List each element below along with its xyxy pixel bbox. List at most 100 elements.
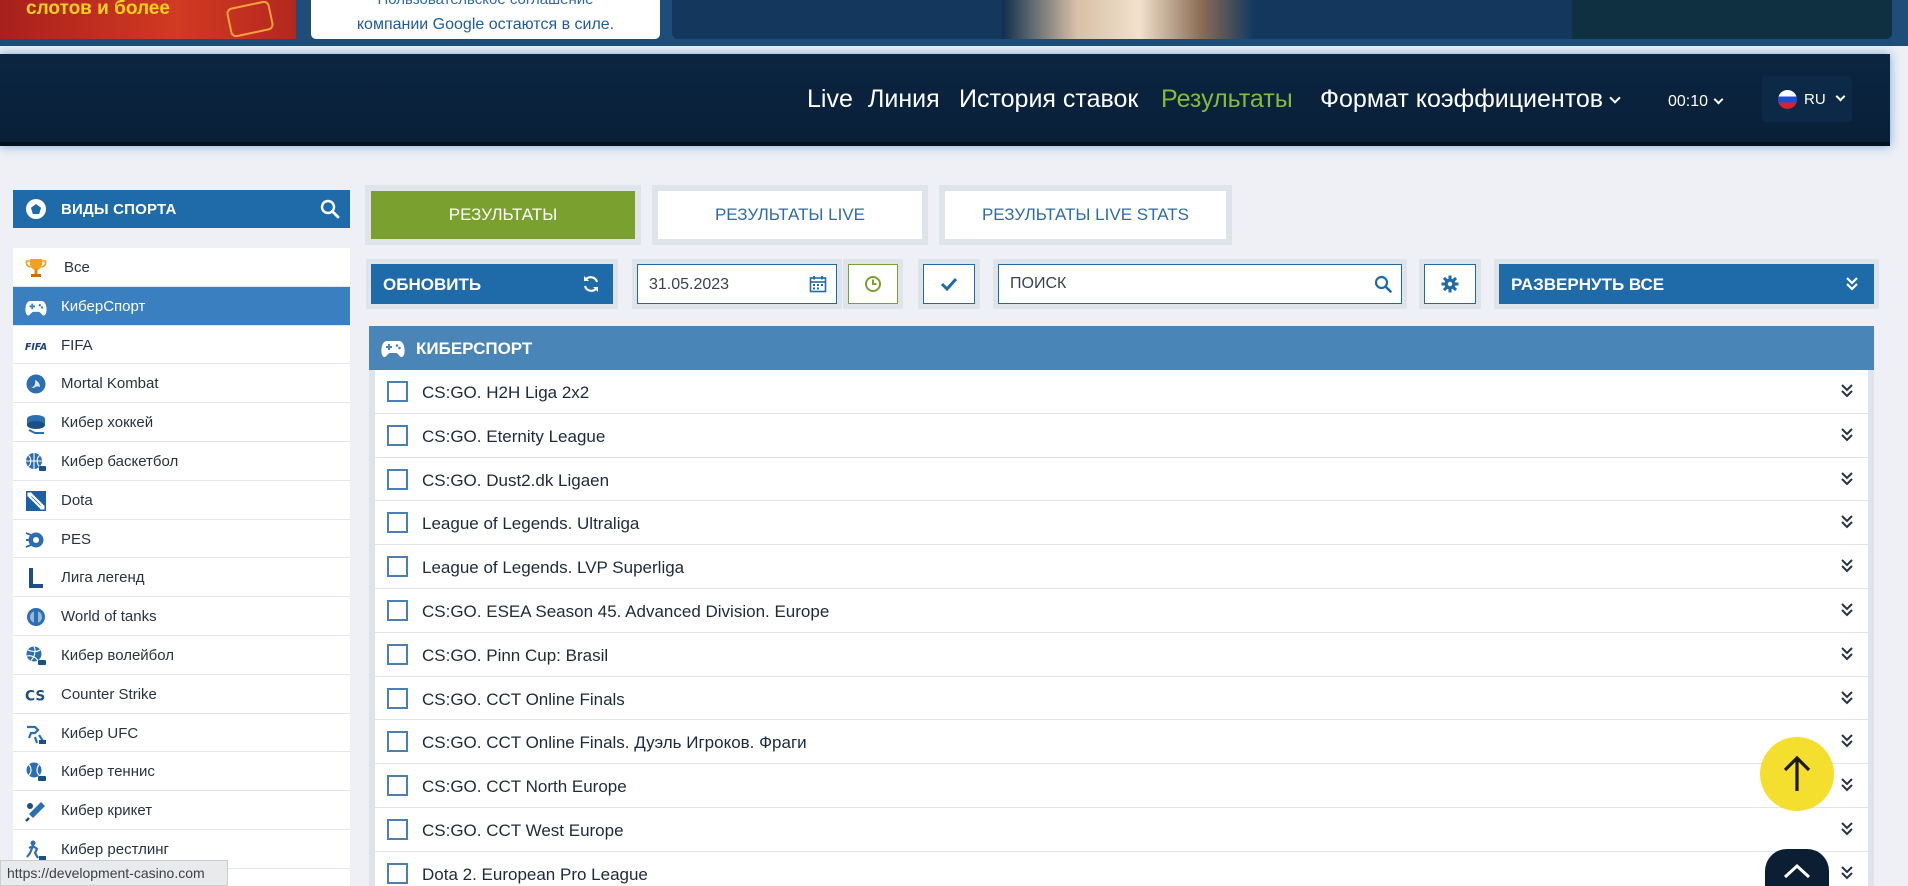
- league-checkbox[interactable]: [387, 643, 408, 665]
- time-dropdown[interactable]: 00:10: [1668, 93, 1724, 111]
- tab-results[interactable]: РЕЗУЛЬТАТЫ: [371, 191, 635, 239]
- double-chevron-down-icon[interactable]: [1840, 602, 1854, 618]
- league-row[interactable]: CS:GO. CCT Online Finals. Дуэль Игроков.…: [375, 720, 1868, 765]
- league-checkbox[interactable]: [387, 731, 408, 753]
- double-chevron-down-icon[interactable]: [1840, 646, 1854, 662]
- search-field[interactable]: [998, 264, 1402, 304]
- promo-banner[interactable]: слотов и более: [0, 0, 296, 39]
- scroll-to-top-button[interactable]: [1760, 737, 1834, 811]
- odds-format-dropdown[interactable]: Формат коэффициентов: [1320, 85, 1621, 114]
- league-checkbox[interactable]: [387, 599, 408, 621]
- language-label: RU: [1804, 91, 1826, 108]
- league-checkbox[interactable]: [387, 862, 408, 884]
- sidebar-item[interactable]: Кибер хоккей: [13, 403, 350, 442]
- nav-results[interactable]: Результаты: [1161, 85, 1293, 114]
- nav-line[interactable]: Линия: [868, 85, 940, 114]
- main-nav: Live Линия История ставок Результаты Фор…: [0, 54, 1890, 146]
- sidebar-item[interactable]: CS Counter Strike: [13, 675, 350, 714]
- double-chevron-down-icon[interactable]: [1840, 777, 1854, 793]
- calendar-icon[interactable]: [809, 275, 827, 293]
- league-row[interactable]: CS:GO. Dust2.dk Ligaen: [375, 457, 1868, 502]
- search-icon[interactable]: [320, 199, 340, 219]
- double-chevron-down-icon[interactable]: [1840, 733, 1854, 749]
- league-row[interactable]: CS:GO. ESEA Season 45. Advanced Division…: [375, 588, 1868, 633]
- league-checkbox[interactable]: [387, 381, 408, 402]
- sidebar-item[interactable]: World of tanks: [13, 597, 350, 636]
- sidebar-item[interactable]: Кибер UFC: [13, 714, 350, 753]
- league-checkbox[interactable]: [387, 818, 408, 840]
- date-field[interactable]: 31.05.2023: [637, 264, 837, 304]
- nav-live[interactable]: Live: [807, 85, 853, 114]
- sidebar-item-label: Кибер баскетбол: [61, 452, 179, 470]
- sidebar-item[interactable]: Лига легенд: [13, 558, 350, 598]
- league-row[interactable]: CS:GO. Eternity League: [375, 413, 1868, 458]
- league-row[interactable]: League of Legends. Ultraliga: [375, 501, 1868, 546]
- league-name: League of Legends. Ultraliga: [422, 514, 640, 534]
- settings-button[interactable]: [1424, 264, 1476, 304]
- sidebar-item[interactable]: Все: [13, 248, 350, 287]
- time-toggle-button[interactable]: [848, 264, 898, 304]
- league-row[interactable]: Dota 2. European Pro League: [375, 851, 1868, 886]
- esports-section-title: КИБЕРСПОРТ: [416, 339, 533, 358]
- league-row[interactable]: League of Legends. LVP Superliga: [375, 545, 1868, 589]
- chat-toggle-button[interactable]: [1765, 849, 1829, 886]
- league-row[interactable]: CS:GO. CCT North Europe: [375, 764, 1868, 808]
- nav-bet-history[interactable]: История ставок: [959, 85, 1138, 114]
- cs-icon: CS: [25, 684, 47, 706]
- sidebar-item[interactable]: Кибер теннис: [13, 752, 350, 792]
- odds-format-label: Формат коэффициентов: [1320, 85, 1604, 113]
- expand-all-label: РАЗВЕРНУТЬ ВСЕ: [1511, 275, 1665, 294]
- sidebar-item[interactable]: Кибер волейбол: [13, 636, 350, 675]
- league-checkbox[interactable]: [387, 468, 408, 490]
- double-chevron-down-icon[interactable]: [1840, 471, 1854, 487]
- chevron-down-icon: [1713, 94, 1724, 105]
- search-icon[interactable]: [1374, 275, 1392, 293]
- league-name: CS:GO. Eternity League: [422, 426, 606, 446]
- google-notice: Пользовательское соглашение компании Goo…: [311, 0, 660, 39]
- league-name: CS:GO. CCT West Europe: [422, 820, 624, 840]
- chevron-down-icon: [1835, 91, 1846, 102]
- sidebar-item[interactable]: FIFA FIFA: [13, 326, 350, 365]
- time-label: 00:10: [1668, 93, 1709, 110]
- league-checkbox[interactable]: [387, 556, 408, 578]
- league-name: CS:GO. CCT Online Finals: [422, 689, 625, 709]
- tab-results-live-stats[interactable]: РЕЗУЛЬТАТЫ LIVE STATS: [945, 191, 1226, 239]
- league-checkbox[interactable]: [387, 424, 408, 446]
- gamepad-icon: [25, 296, 47, 318]
- league-row[interactable]: CS:GO. CCT West Europe: [375, 807, 1868, 852]
- search-input[interactable]: [999, 265, 1401, 303]
- double-chevron-down-icon[interactable]: [1840, 690, 1854, 706]
- double-chevron-down-icon[interactable]: [1840, 865, 1854, 881]
- sidebar-item[interactable]: Кибер баскетбол: [13, 442, 350, 481]
- sidebar-item[interactable]: PES: [13, 520, 350, 559]
- ad-photo: [1002, 0, 1252, 39]
- sidebar-item[interactable]: Dota: [13, 481, 350, 520]
- sidebar-item-label: FIFA: [61, 336, 93, 354]
- double-chevron-down-icon[interactable]: [1840, 558, 1854, 574]
- sidebar-item-label: PES: [61, 530, 92, 548]
- sidebar-item[interactable]: КиберСпорт: [13, 286, 350, 326]
- confirm-button[interactable]: [923, 264, 975, 304]
- status-bar-url: https://development-casino.com: [0, 860, 228, 886]
- double-chevron-down-icon[interactable]: [1840, 383, 1854, 399]
- language-dropdown[interactable]: RU: [1762, 76, 1852, 122]
- double-chevron-down-icon[interactable]: [1840, 514, 1854, 530]
- expand-all-button[interactable]: РАЗВЕРНУТЬ ВСЕ: [1499, 264, 1874, 304]
- esports-section-header[interactable]: КИБЕРСПОРТ: [369, 326, 1874, 370]
- league-row[interactable]: CS:GO. Pinn Cup: Brasil: [375, 632, 1868, 677]
- league-checkbox[interactable]: [387, 512, 408, 534]
- sports-list: Все КиберСпорт FIFA FIFA Mortal Kombat Кибер …: [13, 248, 350, 886]
- dice-icon: [225, 0, 275, 39]
- refresh-button[interactable]: ОБНОВИТЬ: [371, 264, 613, 304]
- league-row[interactable]: CS:GO. H2H Liga 2x2: [375, 370, 1868, 414]
- league-checkbox[interactable]: [387, 775, 408, 797]
- ad-banner[interactable]: [672, 0, 1892, 39]
- double-chevron-down-icon[interactable]: [1840, 427, 1854, 443]
- sidebar-item[interactable]: Mortal Kombat: [13, 364, 350, 404]
- tab-results-live[interactable]: РЕЗУЛЬТАТЫ LIVE: [658, 191, 922, 239]
- sidebar-item-label: Кибер UFC: [61, 724, 139, 742]
- sidebar-item[interactable]: Кибер крикет: [13, 791, 350, 830]
- league-row[interactable]: CS:GO. CCT Online Finals: [375, 676, 1868, 721]
- league-checkbox[interactable]: [387, 687, 408, 709]
- double-chevron-down-icon[interactable]: [1840, 821, 1854, 837]
